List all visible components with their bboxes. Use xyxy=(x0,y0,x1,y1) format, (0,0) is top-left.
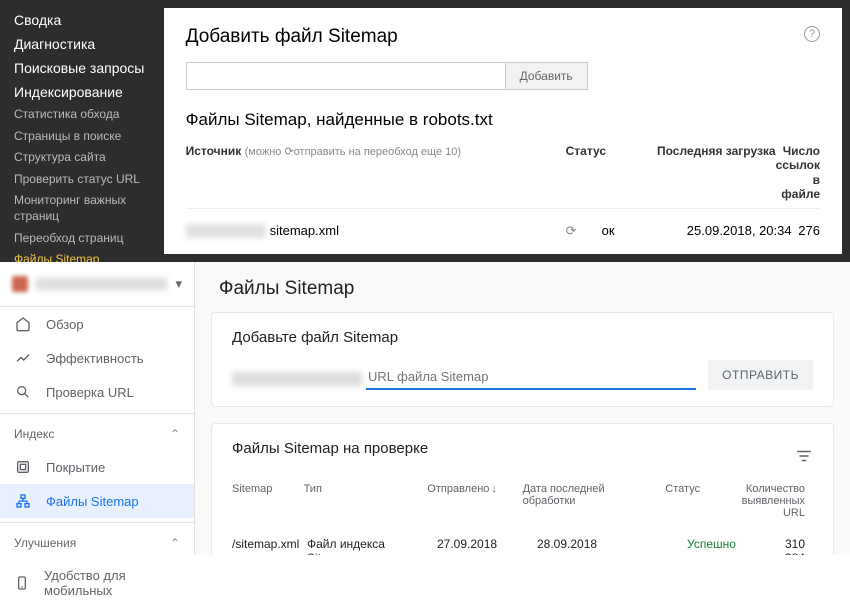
coverage-icon xyxy=(14,459,32,475)
help-icon[interactable]: ? xyxy=(804,26,820,42)
nav-mobile-label: Удобство для мобильных xyxy=(44,568,180,598)
nav-section-index[interactable]: Индекс ⌃ xyxy=(0,418,194,450)
sidebar-item-indexing[interactable]: Индексирование xyxy=(0,80,164,104)
row-status: Успешно xyxy=(687,537,767,555)
site-selector[interactable]: ▾ xyxy=(0,262,194,307)
sitemap-icon xyxy=(14,493,32,509)
sitemap-url-input[interactable] xyxy=(186,62,506,90)
submit-button[interactable]: ОТПРАВИТЬ xyxy=(708,360,813,390)
nav-sitemaps[interactable]: Файлы Sitemap xyxy=(0,484,194,518)
col-status-label: Статус xyxy=(566,144,646,202)
nav-inspect-label: Проверка URL xyxy=(46,385,134,400)
col-linkcount-label: Число ссылок в файле xyxy=(776,144,820,202)
chevron-up-icon: ⌃ xyxy=(170,536,180,550)
row-type: Файл индекса Sitemap xyxy=(307,537,437,555)
nav-section-index-label: Индекс xyxy=(14,427,54,441)
redacted-domain xyxy=(186,224,266,238)
nav-overview-label: Обзор xyxy=(46,317,84,332)
sitemap-filename: sitemap.xml xyxy=(270,223,339,238)
sitemap-list-title: Файлы Sitemap на проверке xyxy=(232,440,428,457)
robots-sitemap-title: Файлы Sitemap, найденные в robots.txt xyxy=(186,110,820,130)
sidebar-sub-check-url[interactable]: Проверить статус URL xyxy=(0,169,164,191)
yandex-main-panel: ? Добавить файл Sitemap Добавить Файлы S… xyxy=(164,8,842,254)
chevron-up-icon: ⌃ xyxy=(170,427,180,441)
redacted-site-name xyxy=(36,278,167,290)
table-row[interactable]: sitemap.xml ⟳ ок 25.09.2018, 20:34 276 xyxy=(186,209,820,253)
yandex-table-header: Источник (можно ⟳ отправить на переобход… xyxy=(186,144,820,209)
sidebar-sub-monitoring[interactable]: Мониторинг важных страниц xyxy=(0,190,164,227)
row-status: ок xyxy=(602,223,662,238)
add-sitemap-card-title: Добавьте файл Sitemap xyxy=(232,329,813,346)
sidebar-item-summary[interactable]: Сводка xyxy=(0,8,164,32)
col-sent[interactable]: Отправлено↓ xyxy=(427,483,522,519)
col-type[interactable]: Тип xyxy=(304,483,428,519)
row-count: 310 384 xyxy=(767,537,813,555)
yandex-sidebar: Сводка Диагностика Поисковые запросы Инд… xyxy=(0,0,164,262)
row-linkcount: 276 xyxy=(792,223,820,238)
row-processed: 28.09.2018 xyxy=(537,537,687,555)
page-title: Файлы Sitemap xyxy=(195,262,850,312)
filter-icon[interactable] xyxy=(795,447,813,465)
site-favicon xyxy=(12,276,28,292)
sitemap-url-field[interactable] xyxy=(366,365,696,390)
add-sitemap-title: Добавить файл Sitemap xyxy=(186,26,820,48)
refresh-icon: ⟳ xyxy=(284,145,293,158)
nav-section-enhance[interactable]: Улучшения ⌃ xyxy=(0,527,194,559)
sidebar-sub-crawl-stats[interactable]: Статистика обхода xyxy=(0,104,164,126)
source-hint-link[interactable]: отправить на переобход еще 10) xyxy=(294,146,461,158)
sidebar-sub-recrawl[interactable]: Переобход страниц xyxy=(0,228,164,250)
col-url-count[interactable]: Количество выявленных URL xyxy=(742,483,813,519)
mobile-icon xyxy=(14,575,30,591)
refresh-row-icon[interactable]: ⟳ xyxy=(566,223,582,239)
gsc-table-header: Sitemap Тип Отправлено↓ Дата последней о… xyxy=(232,471,813,527)
sidebar-sub-structure[interactable]: Структура сайта xyxy=(0,147,164,169)
divider xyxy=(0,413,194,414)
nav-sitemaps-label: Файлы Sitemap xyxy=(46,494,139,509)
sidebar-sub-pages-search[interactable]: Страницы в поиске xyxy=(0,126,164,148)
chart-icon xyxy=(14,350,32,366)
nav-performance-label: Эффективность xyxy=(46,351,144,366)
nav-coverage[interactable]: Покрытие xyxy=(0,450,194,484)
gsc-sidebar: ▾ Обзор Эффективность Проверка URL Индек… xyxy=(0,262,195,555)
redacted-domain-prefix xyxy=(232,372,362,386)
sort-desc-icon: ↓ xyxy=(491,483,497,495)
col-status[interactable]: Статус xyxy=(665,483,741,519)
col-source-label: Источник xyxy=(186,144,242,158)
add-sitemap-card: Добавьте файл Sitemap ОТПРАВИТЬ xyxy=(211,312,834,407)
col-processed[interactable]: Дата последней обработки xyxy=(523,483,666,519)
nav-mobile-usability[interactable]: Удобство для мобильных xyxy=(0,559,194,607)
home-icon xyxy=(14,316,32,332)
nav-section-enhance-label: Улучшения xyxy=(14,536,76,550)
sidebar-item-diagnostics[interactable]: Диагностика xyxy=(0,32,164,56)
sidebar-item-queries[interactable]: Поисковые запросы xyxy=(0,56,164,80)
nav-coverage-label: Покрытие xyxy=(46,460,105,475)
col-sitemap[interactable]: Sitemap xyxy=(232,483,304,519)
source-hint-prefix: (можно xyxy=(245,146,285,158)
row-lastload: 25.09.2018, 20:34 xyxy=(662,223,792,238)
row-sent: 27.09.2018 xyxy=(437,537,537,555)
table-row[interactable]: /sitemap.xml Файл индекса Sitemap 27.09.… xyxy=(232,527,813,555)
sitemap-list-card: Файлы Sitemap на проверке Sitemap Тип От… xyxy=(211,423,834,555)
col-lastload-label: Последняя загрузка xyxy=(646,144,776,202)
row-sitemap: /sitemap.xml xyxy=(232,537,307,555)
add-button[interactable]: Добавить xyxy=(506,62,588,90)
search-icon xyxy=(14,384,32,400)
gsc-main-panel: Файлы Sitemap Добавьте файл Sitemap ОТПР… xyxy=(195,262,850,555)
nav-overview[interactable]: Обзор xyxy=(0,307,194,341)
divider xyxy=(0,522,194,523)
chevron-down-icon: ▾ xyxy=(175,276,182,292)
nav-inspect-url[interactable]: Проверка URL xyxy=(0,375,194,409)
nav-performance[interactable]: Эффективность xyxy=(0,341,194,375)
